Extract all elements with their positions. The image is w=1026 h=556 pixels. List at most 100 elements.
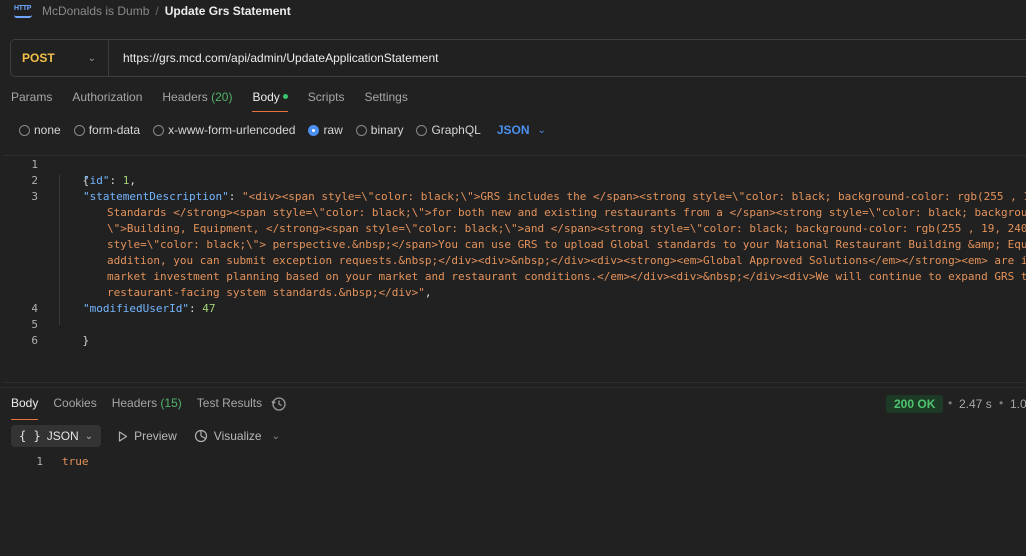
- radio-urlencoded[interactable]: x-www-form-urlencoded: [153, 123, 295, 137]
- line-number: 5: [31, 318, 38, 331]
- play-icon: [118, 430, 128, 442]
- meta-separator: •: [999, 396, 1004, 410]
- preview-label: Preview: [134, 429, 177, 443]
- json-value-line: addition, you can submit exception reque…: [107, 254, 1026, 267]
- chevron-down-icon[interactable]: ⌄: [538, 125, 546, 136]
- code-line-wrapped: addition, you can submit exception reque…: [107, 253, 1026, 269]
- tab-authorization[interactable]: Authorization: [72, 90, 142, 112]
- response-tab-headers-count: (15): [160, 396, 182, 410]
- status-badge[interactable]: 200 OK: [886, 395, 944, 413]
- language-select[interactable]: JSON: [497, 123, 530, 137]
- braces-icon: { }: [19, 429, 41, 443]
- json-value-line: restaurant-facing system standards.&nbsp…: [107, 286, 425, 299]
- response-line-number: 1: [36, 455, 43, 468]
- tab-settings[interactable]: Settings: [364, 90, 407, 112]
- close-brace: }: [82, 334, 90, 347]
- chevron-down-icon: ⌄: [87, 52, 96, 64]
- response-tab-headers[interactable]: Headers (15): [112, 396, 182, 420]
- chart-icon: [194, 429, 207, 443]
- radio-circle: [73, 124, 85, 136]
- response-size[interactable]: 1.0: [1010, 397, 1026, 411]
- radio-none[interactable]: none: [19, 123, 61, 137]
- line-number: 2: [31, 174, 38, 187]
- chevron-down-icon: ⌄: [84, 430, 94, 442]
- radio-circle: [153, 124, 165, 136]
- code-line-wrapped: style=\"color: black;\"> perspective.&nb…: [107, 237, 1026, 253]
- request-body-editor[interactable]: 1 2 3 4 5 6 { "id": 1, "statementDescrip…: [4, 155, 1026, 383]
- json-key-modified-user-id: "modifiedUserId": [83, 302, 189, 315]
- response-value: true: [62, 455, 89, 468]
- body-modified-dot: [282, 94, 288, 100]
- code-line: "statementDescription": "<div><span styl…: [83, 189, 1026, 205]
- code-line: "id": 1,: [83, 174, 136, 187]
- code-line: {: [56, 157, 90, 187]
- json-key-id: "id": [83, 174, 110, 187]
- json-value-line: "<div><span style=\"color: black;\">GRS …: [241, 190, 1026, 203]
- radio-graphql[interactable]: GraphQL: [416, 123, 481, 137]
- url-input[interactable]: https://grs.mcd.com/api/admin/UpdateAppl…: [109, 51, 439, 65]
- line-number: 4: [31, 302, 38, 315]
- radio-raw[interactable]: raw: [308, 123, 343, 137]
- meta-separator: •: [948, 396, 953, 410]
- tab-body[interactable]: Body: [252, 90, 289, 112]
- tab-headers[interactable]: Headers (20): [162, 90, 232, 112]
- tab-params[interactable]: Params: [11, 90, 52, 112]
- body-type-options: none form-data x-www-form-urlencoded raw…: [19, 122, 546, 138]
- code-line-wrapped: market investment planning based on your…: [107, 269, 1026, 285]
- response-tab-test-results[interactable]: Test Results: [197, 396, 262, 420]
- pane-divider[interactable]: [0, 387, 1026, 388]
- tab-body-label: Body: [252, 90, 280, 104]
- code-line-wrapped: restaurant-facing system standards.&nbsp…: [107, 286, 432, 299]
- radio-circle: [416, 124, 428, 136]
- method-label: POST: [22, 51, 55, 65]
- json-value-line: style=\"color: black;\"> perspective.&nb…: [107, 238, 1026, 251]
- radio-circle: [19, 124, 30, 136]
- http-icon: HTTP: [14, 5, 32, 19]
- radio-circle: [308, 124, 320, 136]
- tab-headers-label: Headers: [162, 90, 208, 104]
- response-tab-body[interactable]: Body: [11, 396, 39, 420]
- code-line-wrapped: Standards </strong><span style=\"color: …: [107, 205, 1026, 221]
- breadcrumb-current[interactable]: Update Grs Statement: [165, 4, 291, 18]
- breadcrumb-parent[interactable]: McDonalds is Dumb: [42, 4, 149, 18]
- response-tab-headers-label: Headers: [111, 396, 158, 410]
- breadcrumb-separator: /: [155, 4, 159, 18]
- code-line: "modifiedUserId": 47: [83, 302, 216, 315]
- code-line: }: [56, 317, 90, 347]
- json-value-line: \">Building, Equipment, </strong><span s…: [107, 222, 1026, 235]
- method-select[interactable]: POST ⌄: [11, 40, 109, 76]
- visualize-button[interactable]: Visualize: [194, 429, 262, 443]
- tab-headers-count: (20): [211, 90, 233, 104]
- response-format-select[interactable]: { } JSON ⌄: [11, 425, 102, 447]
- radio-form-data-label: form-data: [88, 123, 141, 137]
- radio-none-label: none: [34, 123, 61, 137]
- radio-form-data[interactable]: form-data: [73, 123, 141, 137]
- chevron-down-icon[interactable]: ⌄: [272, 431, 280, 442]
- json-key-statement-description: "statementDescription": [83, 190, 229, 203]
- preview-button[interactable]: Preview: [118, 429, 177, 443]
- radio-urlencoded-label: x-www-form-urlencoded: [168, 123, 296, 137]
- response-toolbar: { } JSON ⌄ Preview Visualize ⌄: [11, 425, 280, 447]
- history-icon[interactable]: [271, 396, 287, 412]
- response-tabs: Body Cookies Headers (15) Test Results: [11, 396, 277, 420]
- line-number: 1: [31, 158, 38, 171]
- request-tabs: Params Authorization Headers (20) Body S…: [11, 90, 428, 114]
- response-tab-cookies[interactable]: Cookies: [53, 396, 96, 420]
- line-number: 3: [31, 190, 38, 203]
- radio-binary[interactable]: binary: [355, 123, 404, 137]
- json-value-line: Standards </strong><span style=\"color: …: [107, 206, 1026, 219]
- line-number: 6: [31, 334, 38, 347]
- visualize-label: Visualize: [213, 429, 262, 443]
- radio-raw-label: raw: [323, 123, 343, 137]
- json-value-modified-user-id: 47: [202, 302, 216, 315]
- radio-circle: [355, 124, 367, 136]
- request-url-bar: POST ⌄ https://grs.mcd.com/api/admin/Upd…: [10, 39, 1026, 77]
- tab-scripts[interactable]: Scripts: [308, 90, 345, 112]
- json-value-line: market investment planning based on your…: [107, 270, 1026, 283]
- code-line-wrapped: \">Building, Equipment, </strong><span s…: [107, 221, 1026, 237]
- radio-graphql-label: GraphQL: [431, 123, 481, 137]
- radio-binary-label: binary: [370, 123, 404, 137]
- response-time[interactable]: 2.47 s: [959, 397, 992, 411]
- response-format-label: JSON: [46, 429, 79, 443]
- top-bar: HTTP McDonalds is Dumb / Update Grs Stat…: [0, 0, 1026, 24]
